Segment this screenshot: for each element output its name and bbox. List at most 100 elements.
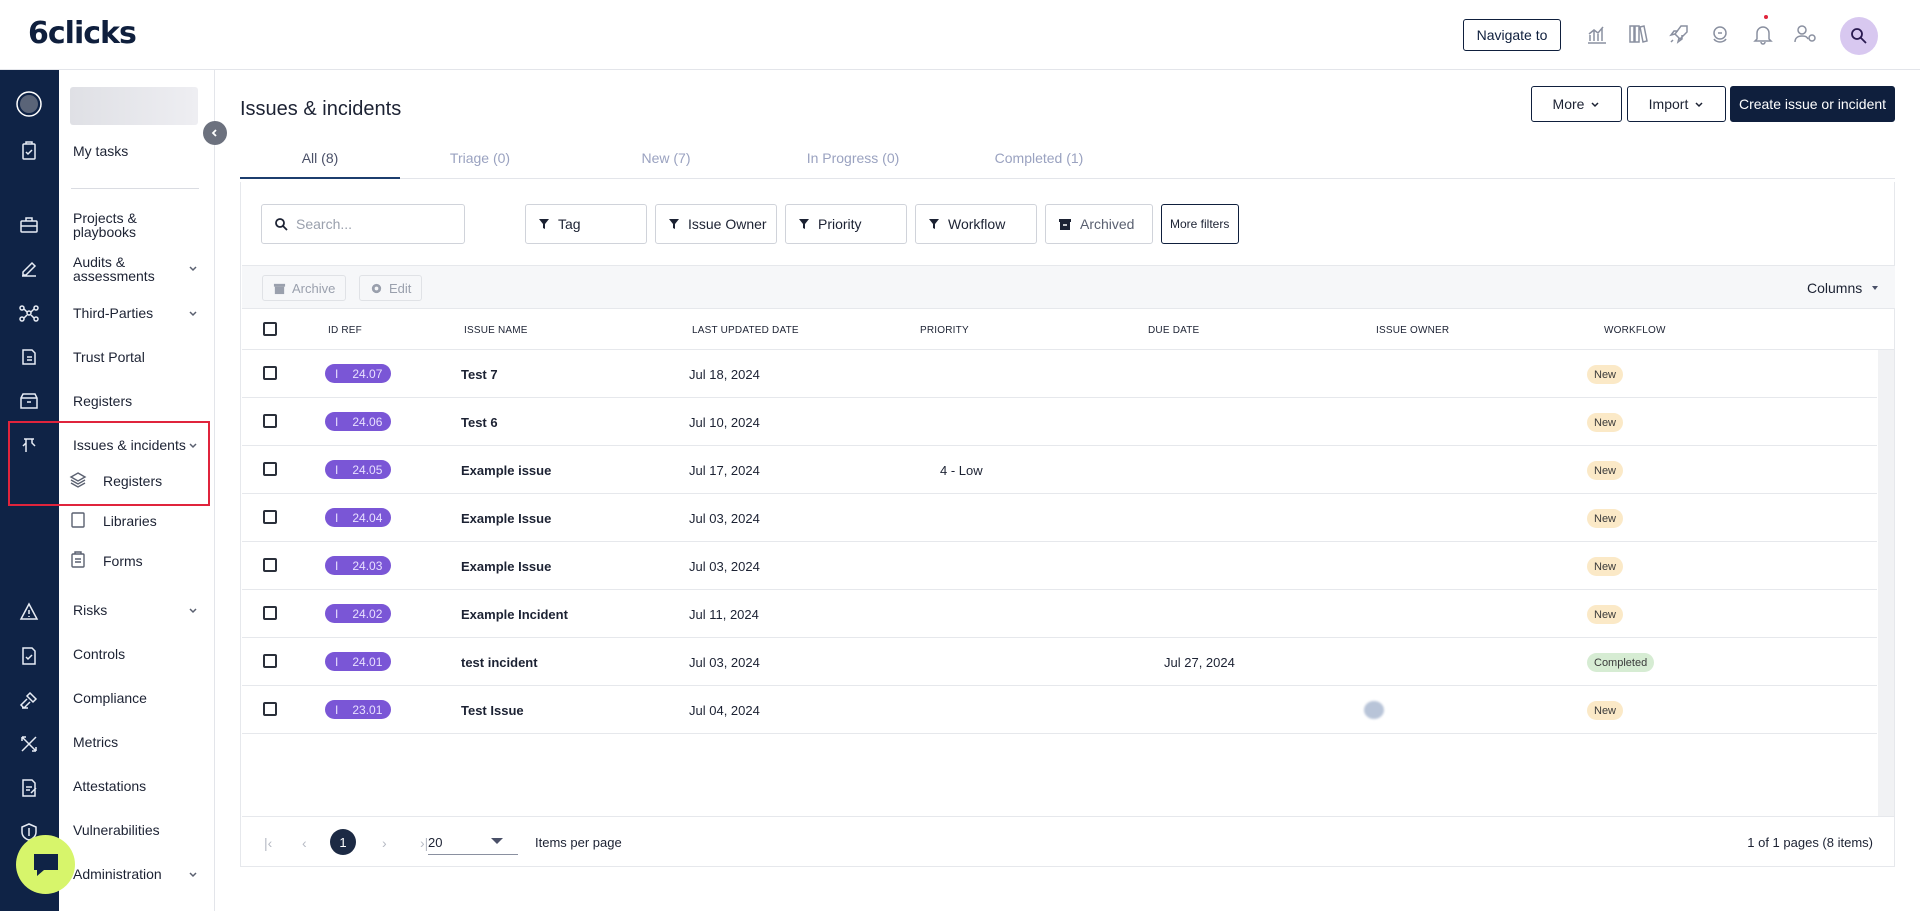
- avatar-search-icon[interactable]: [1840, 17, 1878, 55]
- sidebar-item-compliance[interactable]: Compliance: [73, 691, 147, 705]
- priority-filter[interactable]: Priority: [785, 204, 907, 244]
- tab-in-progress[interactable]: In Progress (0): [773, 150, 933, 166]
- org-avatar-icon[interactable]: [15, 90, 43, 118]
- row-checkbox[interactable]: [263, 654, 277, 668]
- issue-owner-filter[interactable]: Issue Owner: [655, 204, 777, 244]
- id-ref-badge[interactable]: I 24.02: [325, 604, 391, 623]
- issue-name[interactable]: Example Issue: [461, 511, 551, 526]
- row-checkbox[interactable]: [263, 366, 277, 380]
- col-issue-name[interactable]: ISSUE NAME: [464, 325, 528, 336]
- caret-down-icon[interactable]: [491, 838, 503, 844]
- issue-name[interactable]: Example issue: [461, 463, 551, 478]
- controls-icon[interactable]: [15, 642, 43, 670]
- id-ref-badge[interactable]: I 24.03: [325, 556, 391, 575]
- chevron-down-icon[interactable]: [187, 262, 199, 274]
- network-icon[interactable]: [15, 299, 43, 327]
- col-workflow[interactable]: WORKFLOW: [1604, 325, 1666, 336]
- issue-name[interactable]: Example Incident: [461, 607, 568, 622]
- library-icon[interactable]: [1625, 21, 1651, 47]
- row-checkbox[interactable]: [263, 462, 277, 476]
- issue-name[interactable]: Test Issue: [461, 703, 524, 718]
- table-row[interactable]: I 24.06 Test 6 Jul 10, 2024 New: [242, 398, 1877, 446]
- table-row[interactable]: I 24.07 Test 7 Jul 18, 2024 New: [242, 350, 1877, 398]
- table-scrollbar[interactable]: [1878, 350, 1894, 816]
- table-row[interactable]: I 24.02 Example Incident Jul 11, 2024 New: [242, 590, 1877, 638]
- user-settings-icon[interactable]: [1793, 21, 1819, 47]
- id-ref-badge[interactable]: I 24.05: [325, 460, 391, 479]
- id-ref-badge[interactable]: I 24.07: [325, 364, 391, 383]
- metrics-icon[interactable]: [15, 730, 43, 758]
- chevron-down-icon[interactable]: [187, 604, 199, 616]
- compliance-icon[interactable]: [15, 686, 43, 714]
- select-all-checkbox[interactable]: [263, 322, 277, 336]
- sidebar-item-third-parties[interactable]: Third-Parties: [73, 306, 153, 320]
- sidebar-item-controls[interactable]: Controls: [73, 647, 125, 661]
- tab-all[interactable]: All (8): [240, 150, 400, 166]
- tab-new[interactable]: New (7): [586, 150, 746, 166]
- per-page-select[interactable]: 20: [428, 829, 518, 855]
- id-ref-badge[interactable]: I 24.01: [325, 652, 391, 671]
- sidebar-item-vulnerabilities[interactable]: Vulnerabilities: [73, 823, 160, 837]
- app-logo[interactable]: 6clicks: [28, 16, 137, 51]
- search-input[interactable]: Search...: [261, 204, 465, 244]
- col-issue-owner[interactable]: ISSUE OWNER: [1376, 325, 1449, 336]
- rocket-icon[interactable]: [1666, 21, 1692, 47]
- sidebar-subitem-forms[interactable]: Forms: [59, 548, 214, 572]
- row-checkbox[interactable]: [263, 558, 277, 572]
- chevron-down-icon[interactable]: [187, 868, 199, 880]
- col-id-ref[interactable]: ID REF: [328, 325, 362, 336]
- first-page-button[interactable]: |‹: [264, 835, 272, 851]
- col-due-date[interactable]: DUE DATE: [1148, 325, 1199, 336]
- sidebar-item-my-tasks[interactable]: My tasks: [73, 144, 128, 158]
- tasks-icon[interactable]: [15, 137, 43, 165]
- table-row[interactable]: I 24.01 test incident Jul 03, 2024 Jul 27, 2…: [242, 638, 1877, 686]
- sidebar-item-administration[interactable]: Administration: [73, 867, 162, 881]
- navigate-to-button[interactable]: Navigate to: [1463, 19, 1561, 51]
- row-checkbox[interactable]: [263, 606, 277, 620]
- table-row[interactable]: I 24.05 Example issue Jul 17, 2024 4 - Low Ne…: [242, 446, 1877, 494]
- chat-launcher[interactable]: [16, 835, 75, 894]
- sidebar-item-audits[interactable]: Audits & assessments: [73, 255, 173, 283]
- table-row[interactable]: I 24.04 Example Issue Jul 03, 2024 New: [242, 494, 1877, 542]
- sidebar-item-registers[interactable]: Registers: [73, 394, 132, 408]
- col-priority[interactable]: PRIORITY: [920, 325, 969, 336]
- more-filters-button[interactable]: More filters: [1161, 204, 1239, 244]
- next-page-button[interactable]: ›: [382, 835, 387, 851]
- archive-button[interactable]: Archive: [262, 275, 347, 301]
- sidebar-item-metrics[interactable]: Metrics: [73, 735, 118, 749]
- edit-icon[interactable]: [15, 255, 43, 283]
- sidebar-item-attestations[interactable]: Attestations: [73, 779, 146, 793]
- id-ref-badge[interactable]: I 24.06: [325, 412, 391, 431]
- create-issue-button[interactable]: Create issue or incident: [1730, 86, 1895, 122]
- workflow-filter[interactable]: Workflow: [915, 204, 1037, 244]
- sidebar-item-trust-portal[interactable]: Trust Portal: [73, 350, 145, 364]
- row-checkbox[interactable]: [263, 702, 277, 716]
- id-ref-badge[interactable]: I 24.04: [325, 508, 391, 527]
- issue-name[interactable]: test incident: [461, 655, 538, 670]
- more-button[interactable]: More: [1531, 86, 1622, 122]
- edit-button[interactable]: Edit: [359, 275, 423, 301]
- briefcase-icon[interactable]: [15, 211, 43, 239]
- support-icon[interactable]: [1707, 21, 1733, 47]
- sidebar-item-projects[interactable]: Projects & playbooks: [73, 211, 173, 239]
- issue-name[interactable]: Test 6: [461, 415, 498, 430]
- col-last-updated[interactable]: LAST UPDATED DATE: [692, 325, 799, 336]
- tab-triage[interactable]: Triage (0): [400, 150, 560, 166]
- sidebar-item-risks[interactable]: Risks: [73, 603, 107, 617]
- row-checkbox[interactable]: [263, 414, 277, 428]
- import-button[interactable]: Import: [1627, 86, 1726, 122]
- archived-toggle[interactable]: Archived: [1045, 204, 1153, 244]
- sidebar-subitem-libraries[interactable]: Libraries: [59, 508, 214, 532]
- id-ref-badge[interactable]: I 23.01: [325, 700, 391, 719]
- bell-icon[interactable]: [1750, 21, 1776, 47]
- chevron-down-icon[interactable]: [187, 307, 199, 319]
- tab-completed[interactable]: Completed (1): [959, 150, 1119, 166]
- attestations-icon[interactable]: [15, 774, 43, 802]
- table-row[interactable]: I 23.01 Test Issue Jul 04, 2024 New: [242, 686, 1877, 734]
- columns-menu[interactable]: Columns: [1807, 280, 1880, 296]
- registers-icon[interactable]: [15, 387, 43, 415]
- row-checkbox[interactable]: [263, 510, 277, 524]
- tag-filter[interactable]: Tag: [525, 204, 647, 244]
- risks-icon[interactable]: [15, 598, 43, 626]
- issue-name[interactable]: Example Issue: [461, 559, 551, 574]
